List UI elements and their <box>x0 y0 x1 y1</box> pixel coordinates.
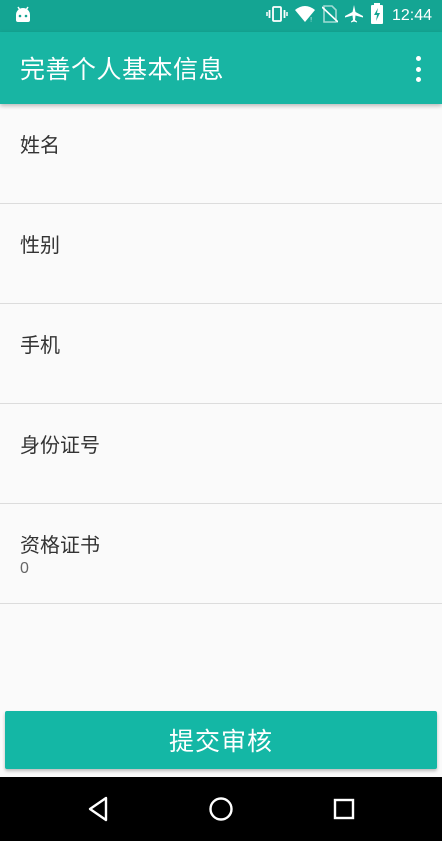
gender-field[interactable]: 性别 <box>0 204 442 304</box>
field-label: 资格证书 <box>20 533 100 557</box>
system-nav-bar <box>0 777 442 841</box>
phone-field[interactable]: 手机 <box>0 304 442 404</box>
more-vert-icon[interactable] <box>408 56 428 82</box>
android-icon <box>14 6 32 28</box>
id-number-field[interactable]: 身份证号 <box>0 404 442 504</box>
recents-icon[interactable] <box>329 794 359 824</box>
field-label: 身份证号 <box>20 433 100 457</box>
app-bar: 完善个人基本信息 <box>0 32 442 104</box>
field-label: 性别 <box>20 233 60 257</box>
certificate-field[interactable]: 资格证书 0 <box>0 504 442 604</box>
submit-review-button[interactable]: 提交审核 <box>5 711 437 769</box>
field-label: 姓名 <box>20 133 60 157</box>
wifi-icon: ! <box>294 5 316 27</box>
status-bar: ! 12:44 <box>0 0 442 32</box>
airplane-icon <box>344 4 364 28</box>
battery-charging-icon <box>370 3 384 29</box>
home-icon[interactable] <box>206 794 236 824</box>
field-value: 0 <box>20 560 29 577</box>
field-label: 手机 <box>20 333 60 357</box>
no-sim-icon <box>321 5 339 27</box>
info-form: 姓名 性别 手机 身份证号 资格证书 0 <box>0 104 442 604</box>
status-time: 12:44 <box>391 7 432 24</box>
page-title: 完善个人基本信息 <box>20 55 225 84</box>
back-icon[interactable] <box>84 794 114 824</box>
name-field[interactable]: 姓名 <box>0 104 442 204</box>
vibrate-icon <box>266 5 288 27</box>
